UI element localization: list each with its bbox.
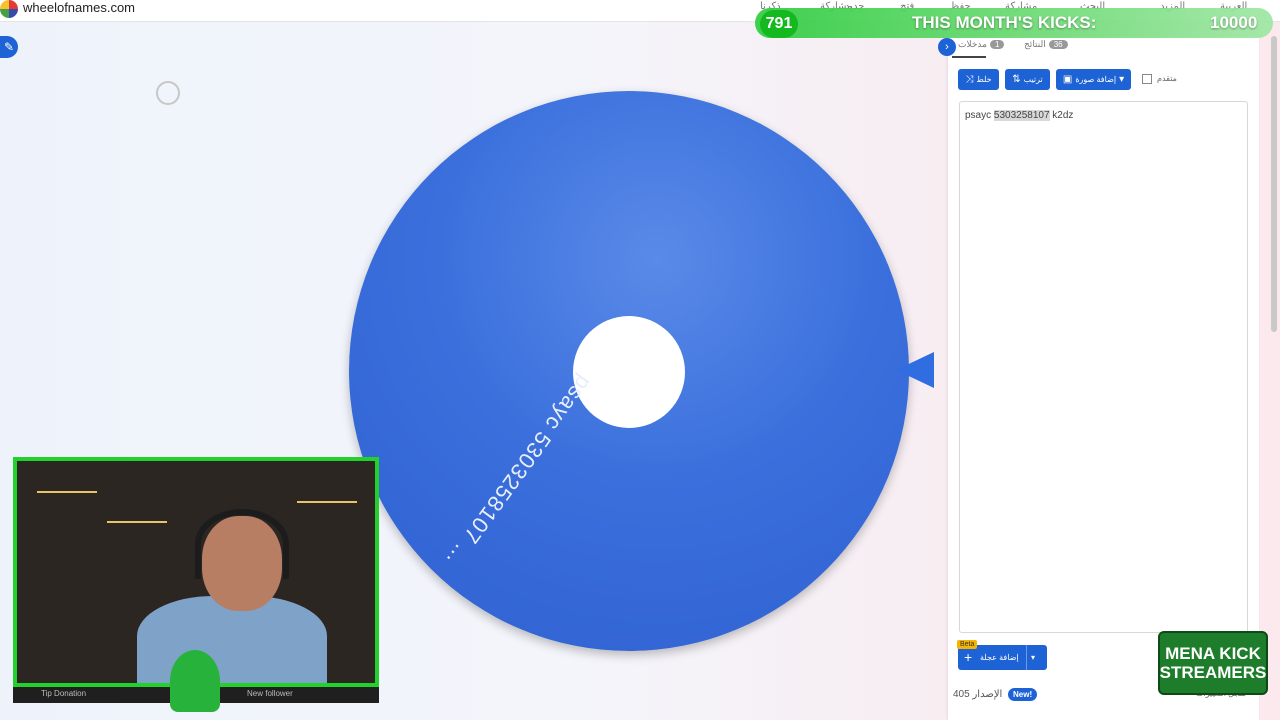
add-wheel-label: إضافة عجلة xyxy=(980,653,1019,662)
tab-results[interactable]: النتائج 36 xyxy=(1024,39,1068,50)
entries-textarea[interactable] xyxy=(959,101,1248,633)
logo-line-1: MENA KICK xyxy=(1165,644,1261,663)
streamer-avatar xyxy=(170,650,220,712)
tip-donation-label: Tip Donation xyxy=(41,689,87,698)
image-icon: ▣ xyxy=(1062,74,1073,85)
headset-icon xyxy=(195,509,289,579)
chevron-down-icon[interactable]: ▾ xyxy=(1031,653,1035,662)
tab-entries-label: مدخلات xyxy=(958,39,987,49)
sort-label: ترتيب xyxy=(1023,75,1043,84)
shuffle-icon: ⤨ xyxy=(965,74,974,85)
new-badge[interactable]: New! xyxy=(1008,688,1038,701)
tab-entries-count: 1 xyxy=(989,40,1005,49)
entry-suffix: k2dz xyxy=(1049,110,1074,121)
advanced-label: متقدم xyxy=(1157,74,1177,83)
active-tab-indicator xyxy=(952,56,986,58)
advanced-checkbox[interactable] xyxy=(1142,74,1152,84)
beta-badge: Beta xyxy=(957,640,978,649)
site-logo-icon xyxy=(0,0,18,18)
shuffle-label: خلط xyxy=(976,75,992,84)
collapse-panel-chevron-icon[interactable]: › xyxy=(938,38,956,56)
edit-pencil-icon[interactable]: ✎ xyxy=(0,36,18,58)
tab-entries[interactable]: مدخلات 1 xyxy=(958,39,1005,50)
shelf-light xyxy=(297,501,357,503)
version-text: 405 الإصدار xyxy=(953,689,1003,700)
sort-button[interactable]: ⇅ ترتيب xyxy=(1005,69,1050,90)
add-image-label: إضافة صورة xyxy=(1075,75,1117,84)
site-title[interactable]: wheelofnames.com xyxy=(23,0,135,15)
logo-line-2: STREAMERS xyxy=(1159,663,1267,682)
wheel-center-hub[interactable] xyxy=(573,316,685,428)
page-scrollbar[interactable] xyxy=(1271,36,1277,332)
entry-prefix: psayc xyxy=(965,110,994,121)
sort-icon: ⇅ xyxy=(1012,74,1021,85)
shuffle-button[interactable]: ⤨ خلط xyxy=(958,69,999,90)
tab-results-label: النتائج xyxy=(1024,39,1046,49)
new-follower-label: New follower xyxy=(247,689,293,698)
kicks-label: THIS MONTH'S KICKS: xyxy=(912,13,1097,32)
entry-highlight: 5303258107 xyxy=(993,110,1050,121)
cursor-ring-icon xyxy=(156,81,180,105)
shelf-light xyxy=(37,491,97,493)
shelf-light xyxy=(107,521,167,523)
mena-kick-streamers-logo: MENA KICK STREAMERS xyxy=(1158,631,1268,695)
chevron-down-icon: ▾ xyxy=(1119,74,1125,85)
entry-line[interactable]: psayc 5303258107 k2dz xyxy=(965,110,1073,121)
add-image-dropdown-button[interactable]: ▣ إضافة صورة ▾ xyxy=(1056,69,1131,90)
button-divider xyxy=(1026,645,1027,670)
kicks-goal: 10000 xyxy=(1210,13,1258,32)
kick-count-badge: 791 xyxy=(760,10,798,38)
tab-results-count: 36 xyxy=(1048,40,1068,49)
wheel-pointer-icon xyxy=(896,352,934,388)
plus-icon: + xyxy=(964,649,973,665)
